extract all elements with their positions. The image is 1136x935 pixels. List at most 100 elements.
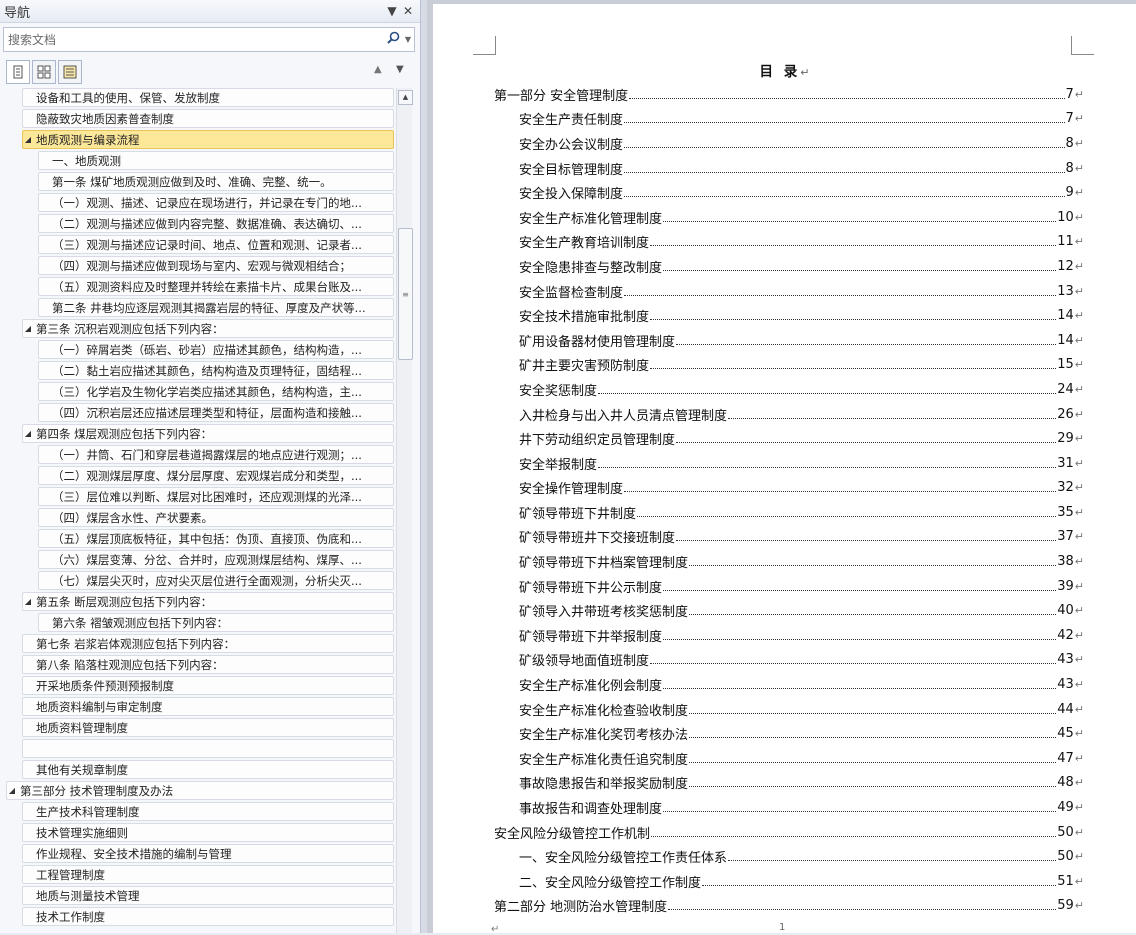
tree-item[interactable]: 第二条 井巷均应逐层观测其揭露岩层的特征、厚度及产状等...: [38, 298, 394, 317]
tree-item[interactable]: （六）煤层变薄、分岔、合并时，应观测煤层结构、煤厚、...: [38, 550, 394, 569]
tree-item[interactable]: （四）煤层含水性、产状要素。: [38, 508, 394, 527]
toc-entry-text: 安全目标管理制度: [519, 162, 624, 178]
toc-entry[interactable]: 安全举报制度 31 ↵: [494, 451, 1084, 476]
tree-item[interactable]: （七）煤层尖灭时，应对尖灭层位进行全面观测，分析尖灭...: [38, 571, 394, 590]
tree-item[interactable]: 第七条 岩浆岩体观测应包括下列内容：: [22, 634, 394, 653]
collapse-triangle-icon[interactable]: ◢: [23, 597, 33, 606]
search-icon[interactable]: [384, 31, 402, 48]
close-icon[interactable]: ✕: [400, 4, 416, 18]
pages-thumbnail-icon[interactable]: [32, 60, 56, 84]
scroll-up-icon[interactable]: ▲: [398, 90, 413, 105]
tree-item[interactable]: ◢ 第四条 煤层观测应包括下列内容：: [22, 424, 394, 443]
collapse-triangle-icon[interactable]: ◢: [23, 135, 33, 144]
toc-entry[interactable]: 安全生产标准化奖罚考核办法 45 ↵: [494, 721, 1084, 746]
tree-item[interactable]: 工程管理制度: [22, 865, 394, 884]
toc-entry[interactable]: 安全生产标准化责任追究制度 47 ↵: [494, 746, 1084, 771]
toc-entry[interactable]: 安全办公会议制度 8 ↵: [494, 131, 1084, 156]
tree-item-label: 设备和工具的使用、保管、发放制度: [36, 90, 220, 105]
tree-item[interactable]: （三）层位难以判断、煤层对比困难时，还应观测煤的光泽...: [38, 487, 394, 506]
tree-item[interactable]: 第八条 陷落柱观测应包括下列内容：: [22, 655, 394, 674]
nav-dropdown-icon[interactable]: ▼: [384, 4, 400, 18]
previous-result-icon[interactable]: ▲: [374, 64, 382, 75]
tree-item[interactable]: 生产技术科管理制度: [22, 802, 394, 821]
tree-item[interactable]: 一、地质观测: [38, 151, 394, 170]
paragraph-mark: ↵: [1074, 899, 1084, 913]
toc-page-number: 39: [1057, 578, 1074, 594]
toc-entry[interactable]: 一、安全风险分级管控工作责任体系 50 ↵: [494, 844, 1084, 869]
tree-item[interactable]: 地质资料管理制度: [22, 718, 394, 737]
tree-item[interactable]: [22, 739, 394, 758]
tree-item[interactable]: 其他有关规章制度: [22, 760, 394, 779]
tree-item[interactable]: 第一条 煤矿地质观测应做到及时、准确、完整、统一。: [38, 172, 394, 191]
toc-entry[interactable]: 矿领导入井带班考核奖惩制度 40 ↵: [494, 598, 1084, 623]
toc-entry[interactable]: 第二部分 地测防治水管理制度 59 ↵: [494, 894, 1084, 919]
search-input[interactable]: [4, 29, 384, 50]
nav-scrollbar[interactable]: ▲ ≡: [396, 88, 413, 933]
toc-entry[interactable]: 事故隐患报告和举报奖励制度 48 ↵: [494, 771, 1084, 796]
tree-item-label: 第三条 沉积岩观测应包括下列内容：: [36, 321, 224, 336]
collapse-triangle-icon[interactable]: ◢: [7, 786, 17, 795]
tree-item[interactable]: 技术工作制度: [22, 907, 394, 926]
tree-item[interactable]: （二）观测与描述应做到内容完整、数据准确、表达确切、...: [38, 214, 394, 233]
toc-entry[interactable]: 井下劳动组织定员管理制度 29 ↵: [494, 426, 1084, 451]
collapse-triangle-icon[interactable]: ◢: [23, 324, 33, 333]
next-result-icon[interactable]: ▼: [396, 64, 404, 75]
search-options-chevron-down-icon[interactable]: ▼: [402, 35, 414, 44]
tree-item[interactable]: （一）井筒、石门和穿层巷道揭露煤层的地点应进行观测；...: [38, 445, 394, 464]
tree-item[interactable]: 作业规程、安全技术措施的编制与管理: [22, 844, 394, 863]
toc-entry[interactable]: 安全投入保障制度 9 ↵: [494, 180, 1084, 205]
document-page[interactable]: 目 录↵ 第一部分 安全管理制度 7 ↵ 安全生产责任制度 7 ↵ 安全办公会议制度 8 ↵ 安全…: [433, 4, 1136, 935]
toc-entry[interactable]: 安全隐患排查与整改制度 12 ↵: [494, 254, 1084, 279]
search-results-view-icon[interactable]: [58, 60, 82, 84]
tree-item[interactable]: 设备和工具的使用、保管、发放制度: [22, 88, 394, 107]
tree-item[interactable]: ◢ 第三部分 技术管理制度及办法: [6, 781, 394, 800]
toc-entry[interactable]: 矿领导带班下井公示制度 39 ↵: [494, 574, 1084, 599]
toc-entry[interactable]: 安全操作管理制度 32 ↵: [494, 476, 1084, 501]
toc-entry[interactable]: 矿领导带班下井档案管理制度 38 ↵: [494, 549, 1084, 574]
toc-entry[interactable]: 矿领导带班下井举报制度 42 ↵: [494, 623, 1084, 648]
tree-item[interactable]: （五）观测资料应及时整理并转绘在素描卡片、成果台账及...: [38, 277, 394, 296]
toc-entry[interactable]: 入井检身与出入井人员清点管理制度 26 ↵: [494, 402, 1084, 427]
headings-view-icon[interactable]: [6, 60, 30, 84]
scroll-thumb[interactable]: ≡: [398, 228, 413, 360]
toc-entry[interactable]: 安全生产标准化例会制度 43 ↵: [494, 672, 1084, 697]
tree-item[interactable]: （三）观测与描述应记录时间、地点、位置和观测、记录者...: [38, 235, 394, 254]
nav-title: 导航: [4, 5, 31, 21]
tree-item[interactable]: 地质与测量技术管理: [22, 886, 394, 905]
tree-item[interactable]: ◢ 地质观测与编录流程: [22, 130, 394, 149]
collapse-triangle-icon[interactable]: ◢: [23, 429, 33, 438]
toc-entry[interactable]: 安全监督检查制度 13 ↵: [494, 279, 1084, 304]
tree-item[interactable]: 地质资料编制与审定制度: [22, 697, 394, 716]
tree-item[interactable]: ◢ 第五条 断层观测应包括下列内容：: [22, 592, 394, 611]
tree-item[interactable]: （二）观测煤层厚度、煤分层厚度、宏观煤岩成分和类型，...: [38, 466, 394, 485]
tree-item[interactable]: （一）观测、描述、记录应在现场进行，并记录在专门的地...: [38, 193, 394, 212]
toc-entry[interactable]: 安全风险分级管控工作机制 50 ↵: [494, 820, 1084, 845]
toc-entry[interactable]: 矿领导带班井下交接班制度 37 ↵: [494, 525, 1084, 550]
tree-item[interactable]: （三）化学岩及生物化学岩类应描述其颜色，结构构造，主...: [38, 382, 394, 401]
toc-leader-dots: [624, 122, 1065, 124]
toc-entry[interactable]: 矿用设备器材使用管理制度 14 ↵: [494, 328, 1084, 353]
toc-entry[interactable]: 安全生产责任制度 7 ↵: [494, 107, 1084, 132]
toc-entry[interactable]: 矿井主要灾害预防制度 15 ↵: [494, 353, 1084, 378]
tree-item[interactable]: （四）沉积岩层还应描述层理类型和特征，层面构造和接触...: [38, 403, 394, 422]
tree-item[interactable]: （一）碎屑岩类（砾岩、砂岩）应描述其颜色，结构构造，...: [38, 340, 394, 359]
toc-entry[interactable]: 安全奖惩制度 24 ↵: [494, 377, 1084, 402]
tree-item[interactable]: ◢ 第三条 沉积岩观测应包括下列内容：: [22, 319, 394, 338]
tree-item[interactable]: （四）观测与描述应做到现场与室内、宏观与微观相结合；: [38, 256, 394, 275]
tree-item[interactable]: 第六条 褶皱观测应包括下列内容：: [38, 613, 394, 632]
toc-entry[interactable]: 安全生产标准化检查验收制度 44 ↵: [494, 697, 1084, 722]
toc-entry[interactable]: 二、安全风险分级管控工作制度 51 ↵: [494, 869, 1084, 894]
toc-entry[interactable]: 矿级领导地面值班制度 43 ↵: [494, 648, 1084, 673]
tree-item[interactable]: 技术管理实施细则: [22, 823, 394, 842]
toc-entry[interactable]: 安全目标管理制度 8 ↵: [494, 156, 1084, 181]
tree-item[interactable]: （五）煤层顶底板特征，其中包括：伪顶、直接顶、伪底和...: [38, 529, 394, 548]
tree-item[interactable]: 隐蔽致灾地质因素普查制度: [22, 109, 394, 128]
toc-entry[interactable]: 矿领导带班下井制度 35 ↵: [494, 500, 1084, 525]
toc-entry[interactable]: 第一部分 安全管理制度 7 ↵: [494, 82, 1084, 107]
tree-item[interactable]: （二）黏土岩应描述其颜色，结构构造及页理特征，固结程...: [38, 361, 394, 380]
toc-entry[interactable]: 安全生产标准化管理制度 10 ↵: [494, 205, 1084, 230]
toc-entry[interactable]: 事故报告和调查处理制度 49 ↵: [494, 795, 1084, 820]
toc-entry[interactable]: 安全生产教育培训制度 11 ↵: [494, 230, 1084, 255]
tree-item[interactable]: 开采地质条件预测预报制度: [22, 676, 394, 695]
toc-entry[interactable]: 安全技术措施审批制度 14 ↵: [494, 303, 1084, 328]
